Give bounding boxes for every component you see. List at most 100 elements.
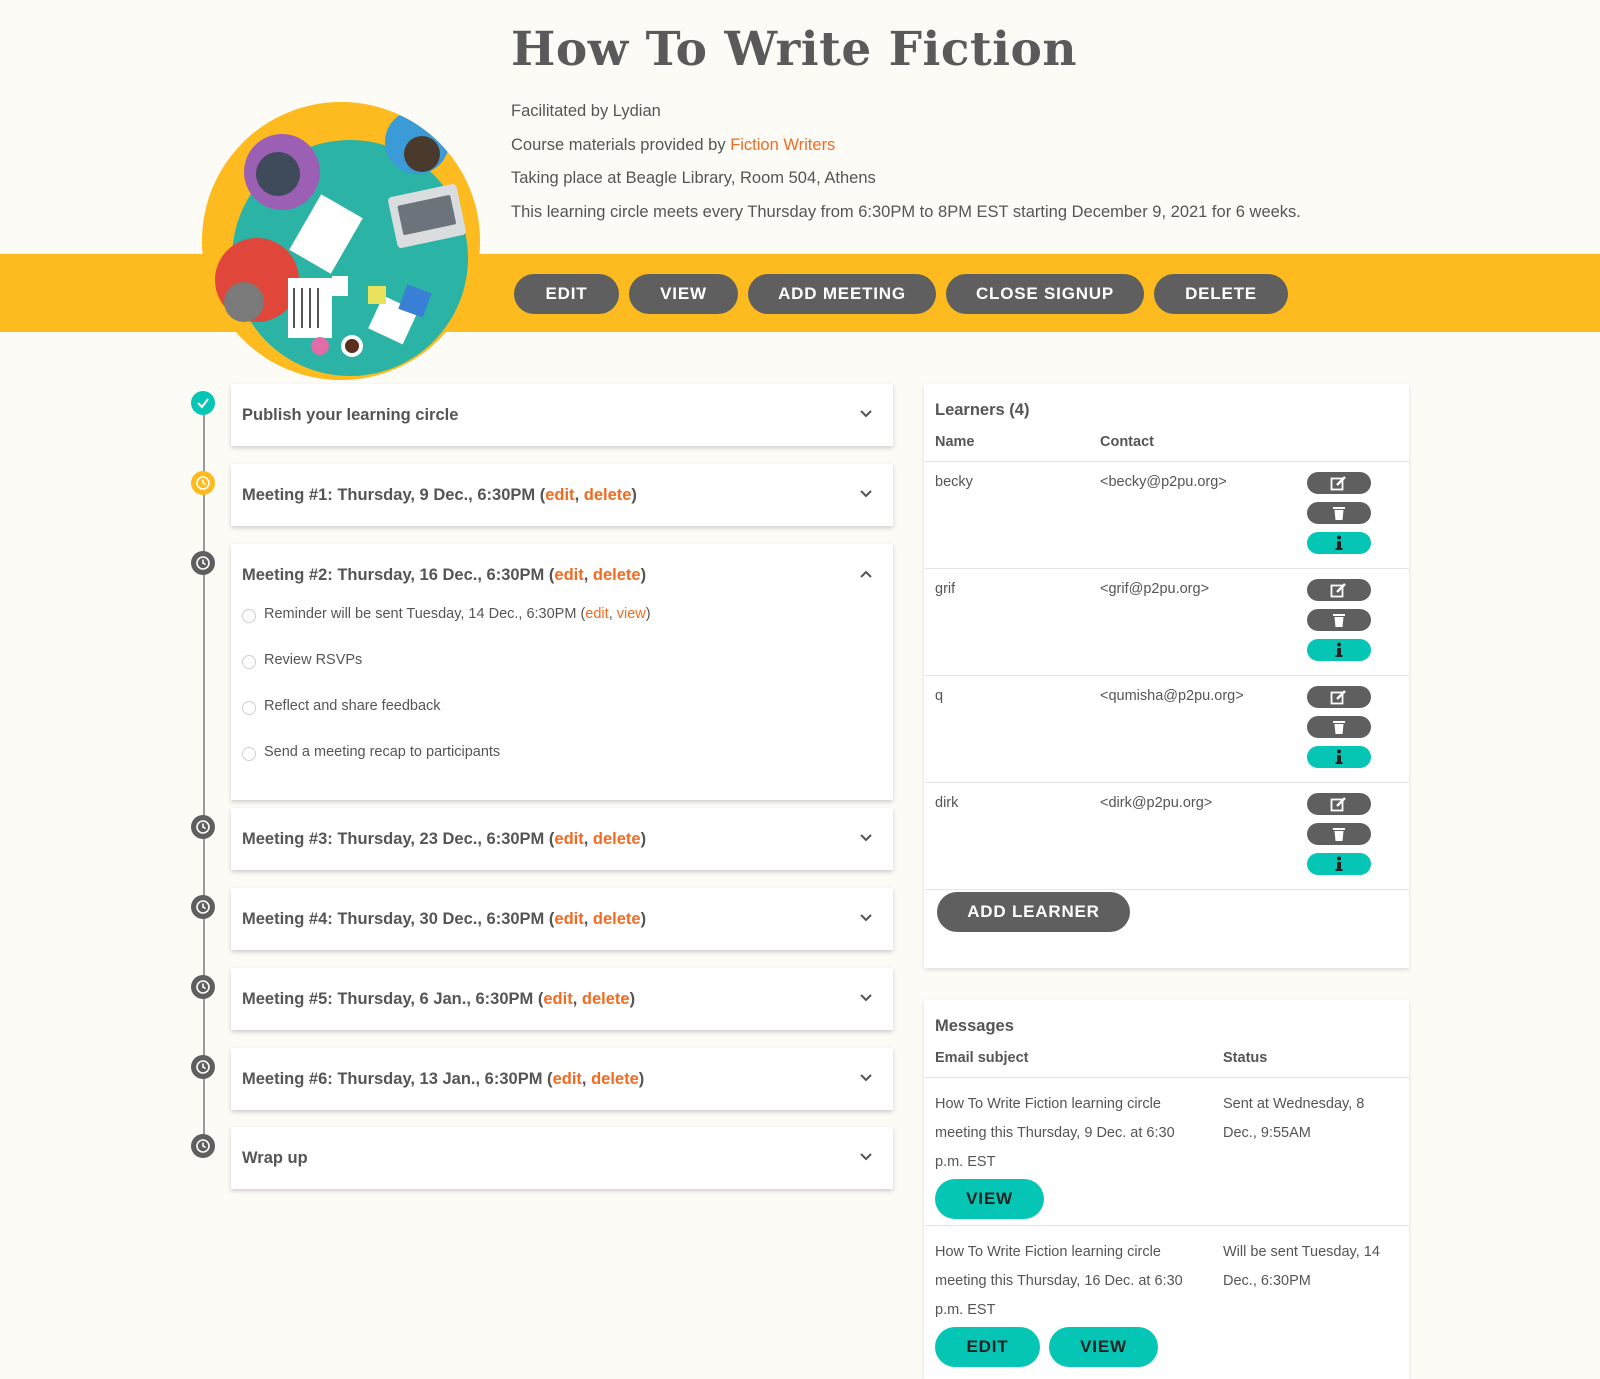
messages-table-header: Email subject Status xyxy=(924,1050,1409,1078)
learner-actions xyxy=(1307,793,1371,883)
close-signup-button[interactable]: CLOSE SIGNUP xyxy=(946,274,1144,314)
meeting-card-2[interactable]: Meeting #2: Thursday, 16 Dec., 6:30PM (e… xyxy=(231,544,893,800)
chevron-down-icon[interactable] xyxy=(859,911,873,925)
meeting-card-4[interactable]: Meeting #4: Thursday, 30 Dec., 6:30PM (e… xyxy=(231,888,893,950)
info-icon xyxy=(1335,642,1343,657)
meeting-delete-link[interactable]: delete xyxy=(593,566,641,585)
reminder-view-link[interactable]: view xyxy=(617,606,646,622)
meeting-label: Meeting #4: Thursday, 30 Dec., 6:30PM xyxy=(242,909,545,928)
table-row: How To Write Fiction learning circle mee… xyxy=(924,1078,1409,1226)
course-actions: EDIT VIEW ADD MEETING CLOSE SIGNUP DELET… xyxy=(514,274,1298,314)
info-icon xyxy=(1335,535,1343,550)
trash-icon xyxy=(1333,507,1345,520)
materials-link[interactable]: Fiction Writers xyxy=(730,136,835,154)
meeting-edit-link[interactable]: edit xyxy=(545,486,574,505)
delete-learner-button[interactable] xyxy=(1307,823,1371,845)
add-meeting-button[interactable]: ADD MEETING xyxy=(748,274,936,314)
meeting-edit-link[interactable]: edit xyxy=(554,566,583,585)
meeting-edit-link[interactable]: edit xyxy=(554,830,583,849)
course-meta: Facilitated by Lydian Course materials p… xyxy=(511,99,1301,233)
meeting-tasks: Reminder will be sent Tuesday, 14 Dec., … xyxy=(231,606,893,800)
info-icon xyxy=(1335,749,1343,764)
clock-icon xyxy=(191,895,215,919)
clock-icon xyxy=(191,471,215,495)
task-circle-icon xyxy=(242,747,256,761)
learner-name: grif xyxy=(935,581,956,597)
task-circle-icon xyxy=(242,655,256,669)
task-circle-icon xyxy=(242,701,256,715)
meeting-delete-link[interactable]: delete xyxy=(591,1070,639,1089)
meeting-edit-link[interactable]: edit xyxy=(543,990,572,1009)
learner-actions xyxy=(1307,472,1371,562)
view-message-button[interactable]: VIEW xyxy=(935,1179,1044,1219)
view-message-button[interactable]: VIEW xyxy=(1049,1327,1158,1367)
meeting-delete-link[interactable]: delete xyxy=(582,990,630,1009)
trash-icon xyxy=(1333,614,1345,627)
meeting-card-3[interactable]: Meeting #3: Thursday, 23 Dec., 6:30PM (e… xyxy=(231,808,893,870)
edit-learner-button[interactable] xyxy=(1307,793,1371,815)
learner-info-button[interactable] xyxy=(1307,746,1371,768)
page-title: How To Write Fiction xyxy=(511,22,1078,77)
learners-table-header: Name Contact xyxy=(924,434,1409,462)
message-status: Will be sent Tuesday, 14 Dec., 6:30PM xyxy=(1223,1244,1380,1289)
timeline-line xyxy=(203,404,205,1144)
learner-info-button[interactable] xyxy=(1307,639,1371,661)
add-learner-button[interactable]: ADD LEARNER xyxy=(937,892,1130,932)
view-course-button[interactable]: VIEW xyxy=(629,274,738,314)
trash-icon xyxy=(1333,721,1345,734)
publish-card[interactable]: Publish your learning circle xyxy=(231,384,893,446)
chevron-up-icon[interactable] xyxy=(859,567,873,581)
meeting-label: Meeting #6: Thursday, 13 Jan., 6:30PM xyxy=(242,1069,543,1088)
check-icon xyxy=(191,391,215,415)
delete-learner-button[interactable] xyxy=(1307,502,1371,524)
learner-contact: <dirk@p2pu.org> xyxy=(1100,795,1213,811)
message-subject: How To Write Fiction learning circle mee… xyxy=(935,1244,1183,1318)
meeting-card-6[interactable]: Meeting #6: Thursday, 13 Jan., 6:30PM (e… xyxy=(231,1048,893,1110)
message-status: Sent at Wednesday, 8 Dec., 9:55AM xyxy=(1223,1096,1365,1141)
clock-icon xyxy=(191,551,215,575)
learner-info-button[interactable] xyxy=(1307,532,1371,554)
reminder-edit-link[interactable]: edit xyxy=(585,606,608,622)
col-name: Name xyxy=(935,434,975,450)
edit-icon xyxy=(1330,797,1346,812)
materials-line: Course materials provided by Fiction Wri… xyxy=(511,133,1301,167)
learner-contact: <qumisha@p2pu.org> xyxy=(1100,688,1244,704)
learner-info-button[interactable] xyxy=(1307,853,1371,875)
learner-name: dirk xyxy=(935,795,959,811)
meeting-delete-link[interactable]: delete xyxy=(584,486,632,505)
edit-learner-button[interactable] xyxy=(1307,579,1371,601)
delete-learner-button[interactable] xyxy=(1307,716,1371,738)
wrap-up-card[interactable]: Wrap up xyxy=(231,1127,893,1189)
chevron-down-icon[interactable] xyxy=(859,1071,873,1085)
learner-name: q xyxy=(935,688,944,704)
delete-learner-button[interactable] xyxy=(1307,609,1371,631)
meeting-card-1[interactable]: Meeting #1: Thursday, 9 Dec., 6:30PM (ed… xyxy=(231,464,893,526)
chevron-down-icon[interactable] xyxy=(859,407,873,421)
message-subject: How To Write Fiction learning circle mee… xyxy=(935,1096,1175,1170)
materials-prefix: Course materials provided by xyxy=(511,135,731,154)
messages-title: Messages xyxy=(935,1017,1014,1035)
edit-learner-button[interactable] xyxy=(1307,686,1371,708)
edit-message-button[interactable]: EDIT xyxy=(935,1327,1040,1367)
learner-contact: <grif@p2pu.org> xyxy=(1100,581,1210,597)
col-email-subject: Email subject xyxy=(935,1050,1029,1066)
chevron-down-icon[interactable] xyxy=(859,1150,873,1164)
chevron-down-icon[interactable] xyxy=(859,487,873,501)
task-recap: Send a meeting recap to participants xyxy=(242,744,882,790)
chevron-down-icon[interactable] xyxy=(859,831,873,845)
delete-course-button[interactable]: DELETE xyxy=(1154,274,1288,314)
meeting-delete-link[interactable]: delete xyxy=(593,910,641,929)
task-reminder: Reminder will be sent Tuesday, 14 Dec., … xyxy=(242,606,882,652)
meeting-delete-link[interactable]: delete xyxy=(593,830,641,849)
learner-actions xyxy=(1307,579,1371,669)
clock-icon xyxy=(191,1055,215,1079)
edit-icon xyxy=(1330,690,1346,705)
edit-course-button[interactable]: EDIT xyxy=(514,274,619,314)
edit-learner-button[interactable] xyxy=(1307,472,1371,494)
meeting-edit-link[interactable]: edit xyxy=(554,910,583,929)
meeting-edit-link[interactable]: edit xyxy=(553,1070,582,1089)
meeting-card-5[interactable]: Meeting #5: Thursday, 6 Jan., 6:30PM (ed… xyxy=(231,968,893,1030)
edit-icon xyxy=(1330,583,1346,598)
task-circle-icon xyxy=(242,609,256,623)
chevron-down-icon[interactable] xyxy=(859,991,873,1005)
